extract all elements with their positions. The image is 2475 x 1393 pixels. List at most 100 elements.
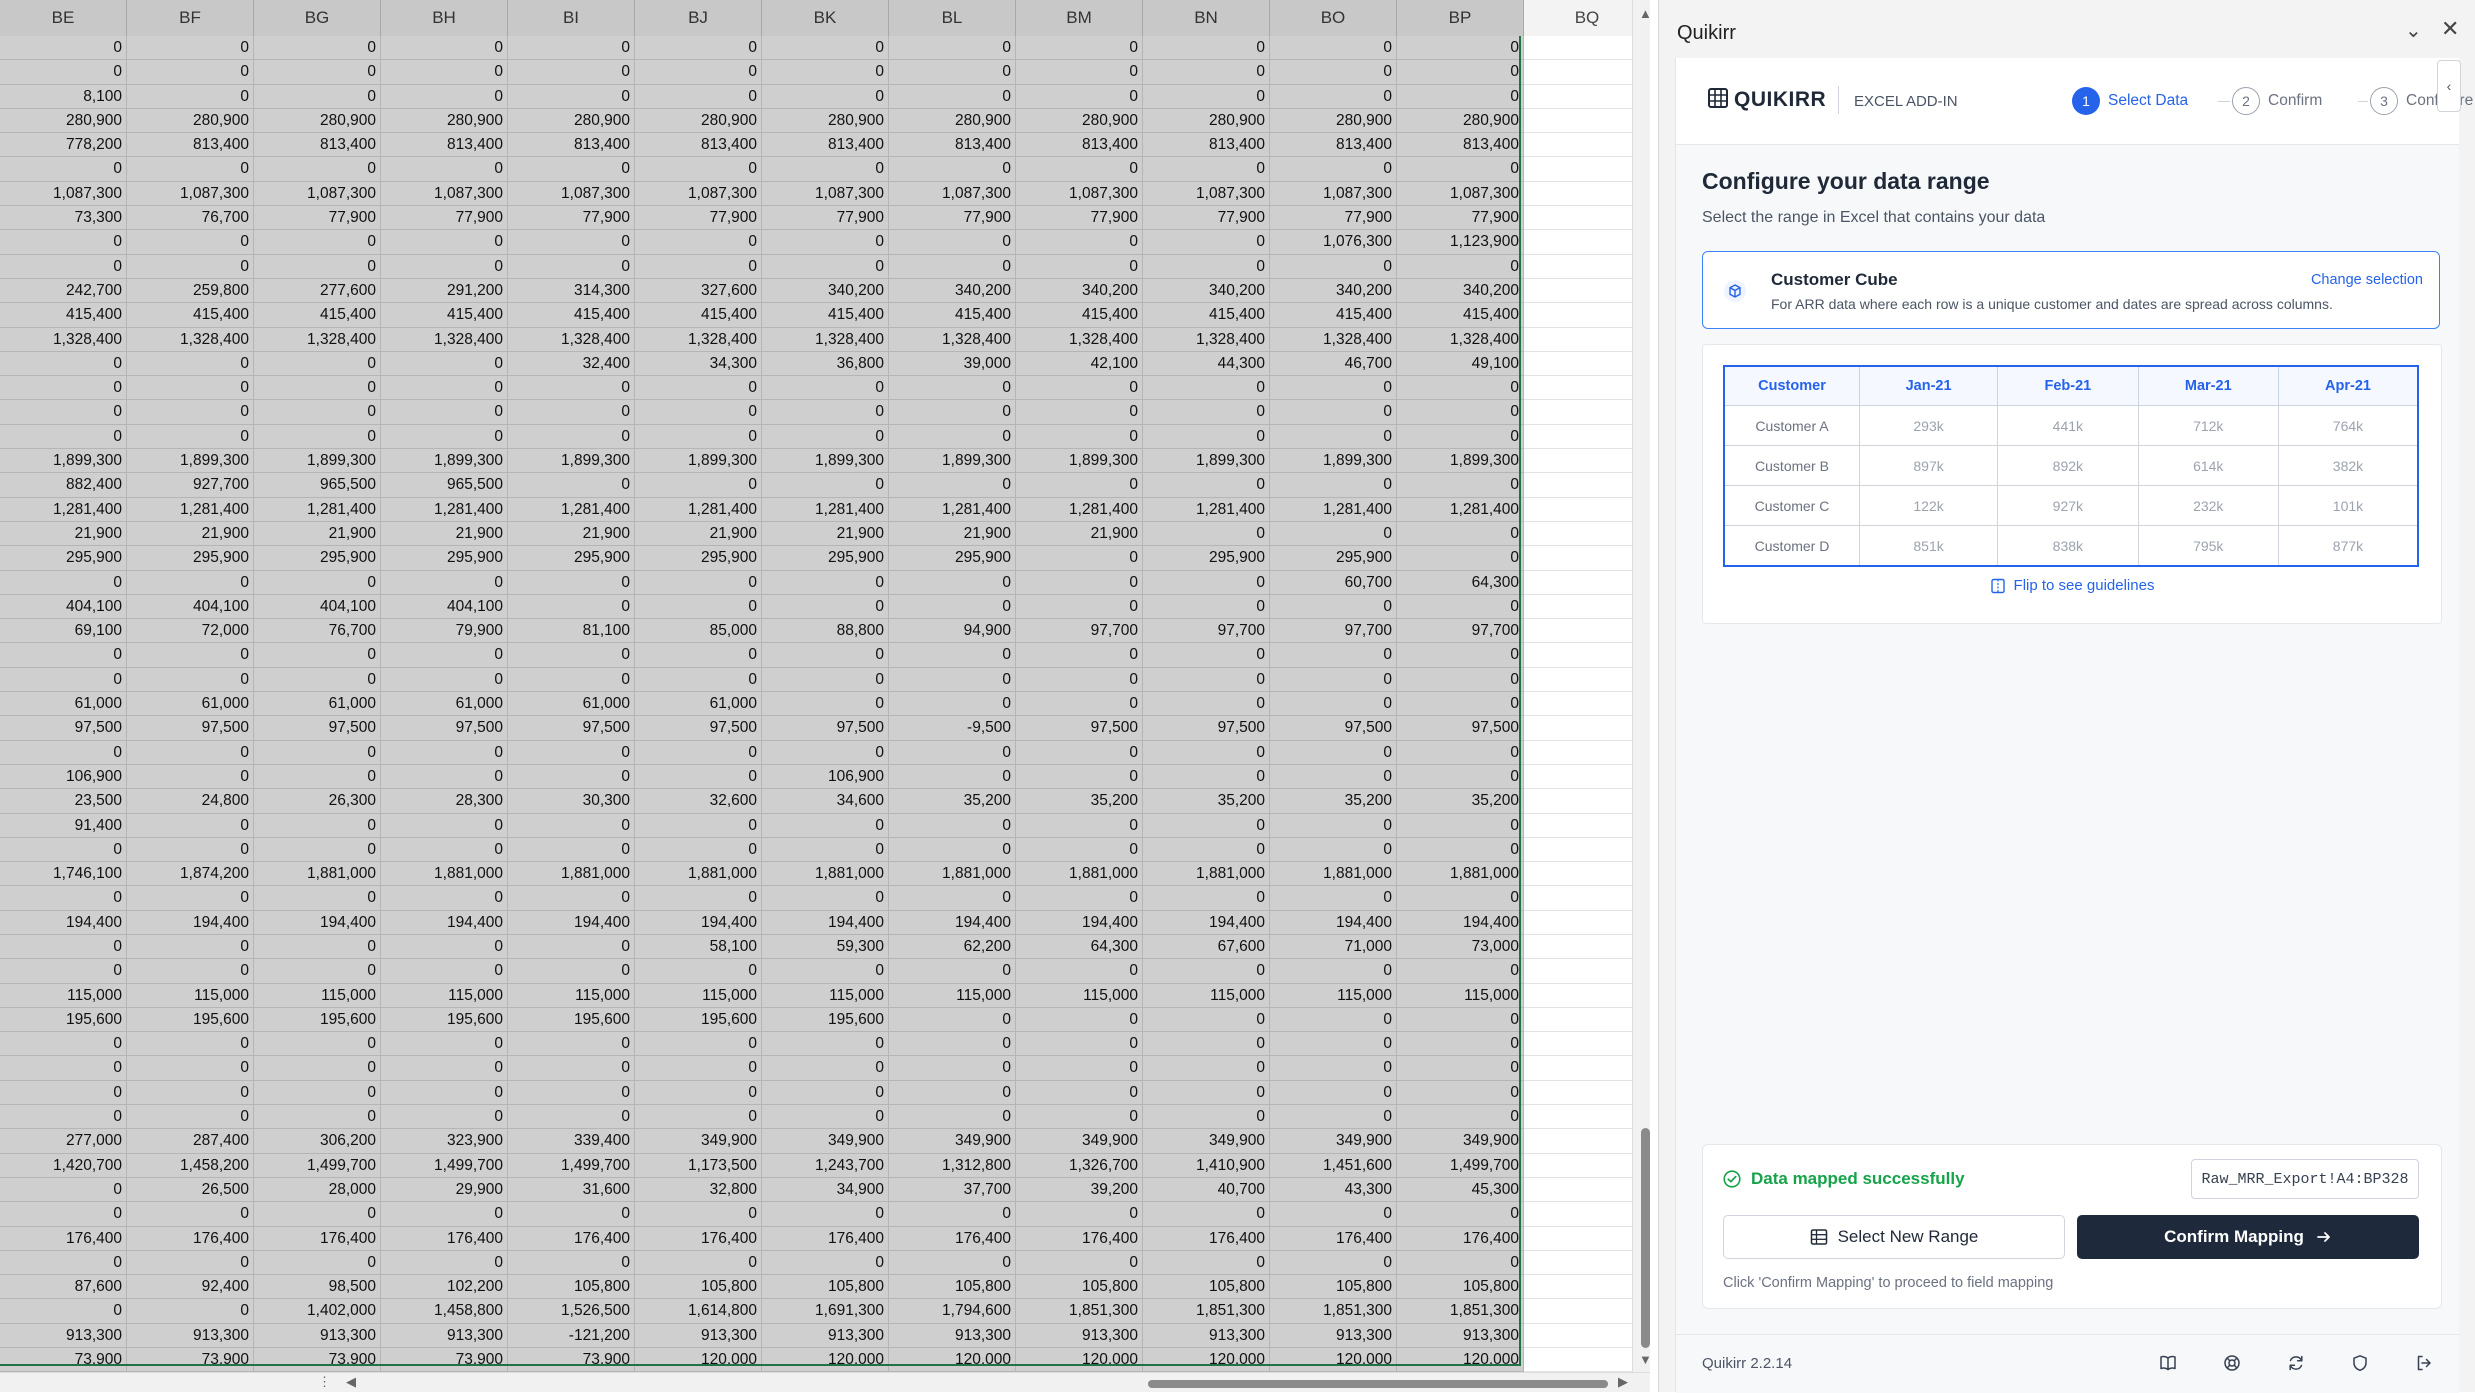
- sheet-cell[interactable]: 415,400: [1016, 303, 1143, 328]
- sheet-cell[interactable]: 0: [635, 594, 762, 620]
- sheet-cell[interactable]: 0: [254, 60, 381, 85]
- sheet-cell[interactable]: 0: [889, 667, 1016, 693]
- sheet-cell[interactable]: 0: [1270, 1056, 1397, 1081]
- sheet-cell[interactable]: 120,000: [1016, 1348, 1143, 1373]
- sheet-cell[interactable]: 35,200: [1143, 789, 1270, 814]
- sheet-cell[interactable]: 0: [889, 1056, 1016, 1081]
- sheet-cell[interactable]: 0: [762, 886, 889, 911]
- sheet-cell[interactable]: 0: [889, 400, 1016, 425]
- sheet-cell[interactable]: 0: [381, 667, 508, 693]
- sheet-cell[interactable]: 0: [254, 400, 381, 425]
- sheet-cell[interactable]: 0: [254, 1202, 381, 1227]
- sheet-cell[interactable]: 1,691,300: [762, 1299, 889, 1324]
- sheet-cell[interactable]: 34,600: [762, 789, 889, 814]
- sheet-cell[interactable]: 0: [1143, 1250, 1270, 1276]
- sheet-cell[interactable]: 0: [1143, 473, 1270, 498]
- sheet-cell[interactable]: 0: [381, 837, 508, 863]
- sheet-cell[interactable]: 0: [1397, 1250, 1524, 1276]
- column-header[interactable]: BH: [381, 0, 508, 36]
- sheet-cell[interactable]: 0: [508, 84, 635, 109]
- sheet-cell[interactable]: 0: [1397, 692, 1524, 717]
- sheet-cell[interactable]: 0: [762, 157, 889, 182]
- sheet-cell[interactable]: 0: [127, 1299, 254, 1324]
- sheet-cell[interactable]: 0: [254, 376, 381, 401]
- sheet-cell[interactable]: 0: [1270, 473, 1397, 498]
- sheet-cell[interactable]: 21,900: [635, 521, 762, 547]
- sheet-cell[interactable]: 0: [1016, 740, 1143, 765]
- sheet-cell[interactable]: 115,000: [1016, 983, 1143, 1008]
- sheet-cell[interactable]: 280,900: [1016, 108, 1143, 134]
- sheet-cell[interactable]: 813,400: [254, 133, 381, 158]
- sheet-cell[interactable]: 0: [508, 376, 635, 401]
- sheet-cell[interactable]: 1,328,400: [635, 327, 762, 352]
- sheet-cell[interactable]: 1,746,100: [0, 862, 127, 887]
- sheet-cell[interactable]: 1,326,700: [1016, 1153, 1143, 1178]
- sheet-cell[interactable]: 194,400: [889, 910, 1016, 935]
- sheet-cell[interactable]: 35,200: [1270, 789, 1397, 814]
- sheet-cell[interactable]: 21,900: [762, 521, 889, 547]
- sheet-cell[interactable]: 327,600: [635, 278, 762, 304]
- sheet-cell[interactable]: 0: [1397, 36, 1524, 61]
- sheet-cell[interactable]: 0: [762, 424, 889, 450]
- sheet-cell[interactable]: 0: [381, 886, 508, 911]
- sheet-cell[interactable]: 115,000: [381, 983, 508, 1008]
- sheet-cell[interactable]: 61,000: [635, 692, 762, 717]
- sheet-cell[interactable]: 176,400: [889, 1226, 1016, 1251]
- sheet-cell[interactable]: 39,200: [1016, 1177, 1143, 1203]
- sheet-cell[interactable]: 0: [508, 473, 635, 498]
- column-header[interactable]: BE: [0, 0, 127, 36]
- sheet-cell[interactable]: 813,400: [1016, 133, 1143, 158]
- sheet-cell[interactable]: 194,400: [127, 910, 254, 935]
- sheet-cell[interactable]: 0: [381, 230, 508, 255]
- sheet-cell[interactable]: 0: [889, 376, 1016, 401]
- sheet-cell[interactable]: 0: [381, 1250, 508, 1276]
- sheet-cell[interactable]: 34,300: [635, 351, 762, 377]
- sheet-cell[interactable]: 0: [1397, 157, 1524, 182]
- sheet-cell[interactable]: 813,400: [762, 133, 889, 158]
- sheet-cell[interactable]: 115,000: [762, 983, 889, 1008]
- sheet-cell[interactable]: 42,100: [1016, 351, 1143, 377]
- sheet-cell[interactable]: 0: [1397, 254, 1524, 279]
- sheet-cell[interactable]: 415,400: [0, 303, 127, 328]
- sheet-cell[interactable]: 0: [1397, 1032, 1524, 1057]
- sheet-cell[interactable]: 97,500: [1143, 716, 1270, 741]
- sheet-cell[interactable]: 1,173,500: [635, 1153, 762, 1178]
- cell-grid[interactable]: 0 0 0 0 0 0 0 0 0 0 0 0 0 0 0 0 0 0 0 0 0 0 0 0 8,100 0 0 0 0 0 0 0 0 0 0 0…: [0, 36, 1650, 1373]
- column-header[interactable]: BP: [1397, 0, 1524, 36]
- sheet-cell[interactable]: 76,700: [254, 619, 381, 644]
- sheet-cell[interactable]: 0: [1270, 400, 1397, 425]
- sheet-cell[interactable]: 1,087,300: [1270, 181, 1397, 207]
- sheet-cell[interactable]: 0: [127, 1202, 254, 1227]
- sheet-cell[interactable]: 115,000: [1270, 983, 1397, 1008]
- sheet-cell[interactable]: 280,900: [0, 108, 127, 134]
- sheet-cell[interactable]: 913,300: [381, 1323, 508, 1349]
- sheet-cell[interactable]: 105,800: [1397, 1275, 1524, 1300]
- sheet-cell[interactable]: 1,281,400: [889, 497, 1016, 522]
- sheet-cell[interactable]: 0: [127, 813, 254, 838]
- sheet-cell[interactable]: 0: [635, 643, 762, 668]
- sheet-cell[interactable]: 0: [1016, 254, 1143, 279]
- sheet-cell[interactable]: 1,899,300: [508, 449, 635, 474]
- sheet-cell[interactable]: 0: [254, 230, 381, 255]
- sheet-cell[interactable]: 1,328,400: [889, 327, 1016, 352]
- sheet-cell[interactable]: 0: [1270, 1032, 1397, 1057]
- sheet-cell[interactable]: 349,900: [762, 1129, 889, 1154]
- sheet-cell[interactable]: 21,900: [889, 521, 1016, 547]
- sheet-cell[interactable]: 242,700: [0, 278, 127, 304]
- sheet-cell[interactable]: 0: [635, 376, 762, 401]
- sheet-cell[interactable]: 280,900: [1270, 108, 1397, 134]
- sheet-cell[interactable]: 105,800: [762, 1275, 889, 1300]
- sheet-cell[interactable]: 1,881,000: [889, 862, 1016, 887]
- sheet-cell[interactable]: 415,400: [635, 303, 762, 328]
- sheet-cell[interactable]: 0: [0, 1056, 127, 1081]
- sheet-cell[interactable]: 28,000: [254, 1177, 381, 1203]
- sheet-cell[interactable]: 0: [508, 157, 635, 182]
- sheet-cell[interactable]: 0: [1270, 1007, 1397, 1033]
- sheet-cell[interactable]: 813,400: [1270, 133, 1397, 158]
- sheet-cell[interactable]: 72,000: [127, 619, 254, 644]
- sheet-cell[interactable]: 0: [1016, 959, 1143, 984]
- sheet-cell[interactable]: 0: [381, 1105, 508, 1130]
- sheet-cell[interactable]: 287,400: [127, 1129, 254, 1154]
- sheet-cell[interactable]: 415,400: [1397, 303, 1524, 328]
- sheet-cell[interactable]: 0: [254, 36, 381, 61]
